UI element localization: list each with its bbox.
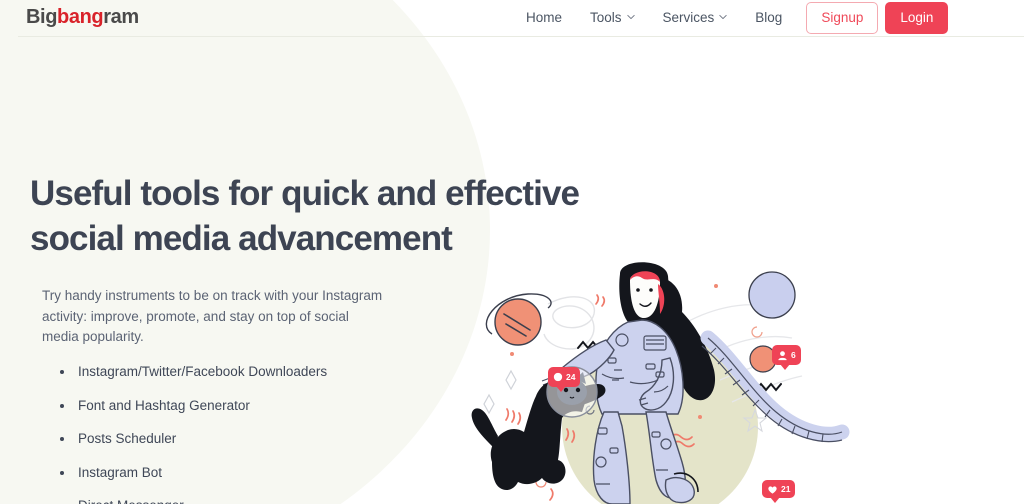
login-button[interactable]: Login (885, 2, 949, 34)
hero-section: Useful tools for quick and effective soc… (0, 0, 1024, 504)
header-bottom-divider (18, 36, 1024, 37)
nav-label: Services (662, 10, 715, 25)
nav-item-home[interactable]: Home (512, 0, 576, 36)
list-item: Font and Hashtag Generator (60, 398, 460, 413)
page-title: Useful tools for quick and effective soc… (30, 174, 580, 258)
list-item: Direct Messenger (60, 499, 460, 504)
hero-illustration (470, 262, 870, 504)
nav-item-services[interactable]: Services (649, 0, 742, 36)
grey-loop-decor (543, 296, 596, 350)
list-item: Posts Scheduler (60, 432, 460, 446)
planet-coral-ringed (485, 293, 552, 346)
nav-item-blog[interactable]: Blog (741, 0, 796, 36)
list-item: Instagram Bot (60, 465, 460, 480)
chevron-down-icon (626, 13, 635, 21)
list-item: Instagram/Twitter/Facebook Downloaders (60, 365, 460, 379)
nav-label: Tools (590, 10, 622, 25)
logo-text-suffix: ram (103, 6, 139, 28)
nav-label: Blog (755, 10, 783, 25)
nav-item-tools[interactable]: Tools (576, 0, 649, 36)
planet-lavender (748, 271, 796, 319)
nav-label: Home (526, 10, 563, 25)
site-header: Bigbangram Home Tools Services Blog Sign… (0, 0, 1024, 36)
main-navigation: Home Tools Services Blog Signup Login (512, 0, 949, 36)
logo-text-accent: bang (57, 6, 104, 28)
logo-text-prefix: Big (26, 6, 58, 28)
planet-coral-small (749, 345, 777, 373)
hero-subtitle: Try handy instruments to be on track wit… (42, 288, 383, 345)
signup-button[interactable]: Signup (806, 2, 879, 34)
chevron-down-icon (719, 13, 727, 21)
site-logo[interactable]: Bigbangram (26, 6, 139, 29)
feature-list: Instagram/Twitter/Facebook Downloaders F… (60, 365, 460, 504)
